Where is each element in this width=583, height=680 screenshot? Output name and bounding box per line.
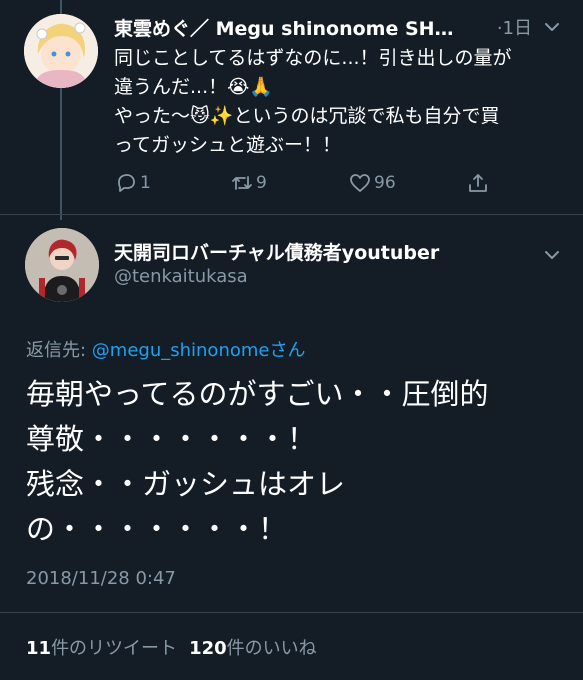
chevron-down-icon[interactable] — [543, 246, 561, 264]
user-handle[interactable]: @tenkaitukasa — [114, 266, 248, 287]
tweet-stats: 11件のリツイート 120件のいいね — [26, 634, 317, 660]
tweet-detail-page: 東雲めぐ／ Megu shinonome SHO... ·1日 同じことしてるは… — [0, 0, 583, 680]
divider — [0, 214, 583, 215]
avatar[interactable] — [25, 228, 99, 302]
tweet-timestamp: 2018/11/28 0:47 — [26, 568, 176, 589]
reply-count: 1 — [140, 173, 151, 193]
tweet-text-line: 違うんだ...！😭🙏 — [114, 76, 273, 98]
tweet-text: 同じことしてるはずなのに...！引き出しの量が 違うんだ...！😭🙏 やった〜😼… — [114, 44, 564, 160]
like-button[interactable]: 96 — [348, 168, 396, 198]
retweets-count: 11 — [26, 638, 52, 659]
reply-to-line: 返信先: @megu_shinonomeさん — [26, 336, 305, 362]
tweet-text-line: 毎朝やってるのがすごい・・圧倒的 — [26, 377, 489, 411]
tweet-actions: 1 9 96 — [114, 168, 514, 198]
retweet-button[interactable]: 9 — [230, 168, 267, 198]
tweet-text-line: の・・・・・・・！ — [26, 512, 288, 546]
parent-tweet[interactable]: 東雲めぐ／ Megu shinonome SHO... ·1日 同じことしてるは… — [0, 0, 583, 215]
like-count: 96 — [374, 173, 396, 193]
retweets-label: 件のリツイート — [51, 638, 178, 659]
display-name[interactable]: 天開司ロバーチャル債務者youtuber — [114, 238, 439, 265]
likes-count: 120 — [189, 638, 227, 659]
avatar[interactable] — [24, 14, 98, 88]
tweet-text-line: やった〜😼✨というのは冗談で私も自分で買 — [114, 105, 500, 127]
reply-to-mention[interactable]: @megu_shinonome — [92, 340, 270, 361]
reply-button[interactable]: 1 — [114, 168, 151, 198]
share-button[interactable] — [466, 168, 490, 198]
retweet-count: 9 — [256, 173, 267, 193]
likes-stat[interactable]: 120件のいいね — [189, 638, 317, 659]
divider — [0, 612, 583, 613]
like-icon — [350, 174, 370, 192]
share-icon — [469, 174, 487, 192]
likes-label: 件のいいね — [226, 638, 317, 659]
tweet-time[interactable]: ·1日 — [497, 14, 532, 40]
tweet-text-line: 同じことしてるはずなのに...！引き出しの量が — [114, 47, 512, 69]
retweet-icon — [232, 176, 252, 190]
reply-icon — [118, 174, 135, 192]
reply-to-suffix: さん — [269, 340, 306, 361]
tweet-text-line: 尊敬・・・・・・・！ — [26, 422, 317, 456]
chevron-down-icon[interactable] — [543, 18, 561, 36]
tweet-text-line: ってガッシュと遊ぶー！！ — [114, 134, 342, 156]
reply-to-prefix: 返信先: — [26, 340, 92, 361]
tweet-text: 毎朝やってるのがすごい・・圧倒的 尊敬・・・・・・・！ 残念・・ガッシュはオレ … — [26, 372, 566, 552]
display-name[interactable]: 東雲めぐ／ Megu shinonome SHO... — [114, 14, 454, 41]
retweets-stat[interactable]: 11件のリツイート — [26, 638, 177, 659]
tweet-text-line: 残念・・ガッシュはオレ — [26, 467, 346, 501]
